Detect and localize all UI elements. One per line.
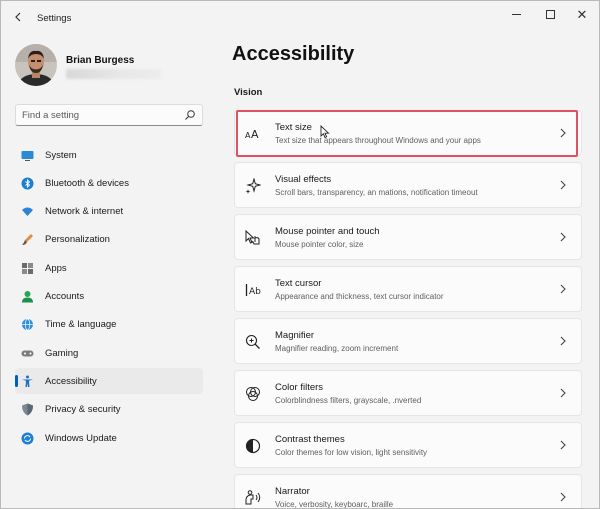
wifi-icon — [22, 207, 33, 216]
card-description: Mouse pointer color, size — [275, 240, 364, 249]
maximize-button[interactable] — [535, 1, 565, 27]
back-arrow-icon — [15, 12, 21, 22]
pointer-touch-icon — [245, 230, 260, 245]
sidebar-item-label: Network & internet — [45, 206, 124, 217]
card-description: Magnifier reading, zoom increment — [275, 344, 399, 353]
card-narrator[interactable]: Narrator Voice, verbosity, keyboarc, bra… — [234, 474, 582, 509]
shield-icon — [22, 403, 33, 416]
chevron-right-icon — [560, 492, 566, 502]
avatar[interactable] — [15, 44, 57, 86]
chevron-right-icon — [560, 180, 566, 190]
search-icon[interactable] — [184, 109, 196, 121]
card-text-size[interactable]: AA Text size Text size that appears thro… — [234, 110, 582, 156]
text-size-icon: AA — [245, 128, 259, 141]
card-title: Text cursor — [275, 278, 322, 289]
card-color-filters[interactable]: Color filters Colorblindness filters, gr… — [234, 370, 582, 416]
sidebar-item-gaming[interactable]: Gaming — [15, 340, 203, 366]
sidebar-item-label: Bluetooth & devices — [45, 178, 129, 189]
card-text-cursor[interactable]: Ab Text cursor Appearance and thickness,… — [234, 266, 582, 312]
card-description: Scroll bars, transparency, an mations, n… — [275, 188, 478, 197]
sidebar-item-label: Gaming — [45, 348, 79, 359]
globe-clock-icon — [22, 318, 33, 331]
card-title: Color filters — [275, 382, 324, 393]
chevron-right-icon — [560, 284, 566, 294]
apps-grid-icon — [22, 263, 33, 274]
card-visual-effects[interactable]: Visual effects Scroll bars, transparency… — [234, 162, 582, 208]
search-box[interactable] — [15, 104, 203, 126]
sidebar-item-windows-update[interactable]: Windows Update — [15, 425, 203, 451]
card-description: Text size that appears throughout Window… — [275, 136, 481, 145]
bluetooth-icon — [21, 177, 34, 190]
card-title: Magnifier — [275, 330, 315, 341]
mouse-cursor-icon — [320, 125, 330, 139]
card-title: Narrator — [275, 486, 310, 497]
sidebar-item-apps[interactable]: Apps — [15, 255, 203, 281]
chevron-right-icon — [560, 388, 566, 398]
sidebar-item-network[interactable]: Network & internet — [15, 198, 203, 224]
update-icon — [21, 432, 34, 445]
sidebar-item-label: Windows Update — [45, 433, 117, 444]
close-icon: ✕ — [576, 6, 588, 22]
sidebar-item-label: Apps — [45, 263, 67, 274]
sidebar-item-accessibility[interactable]: Accessibility — [15, 368, 203, 394]
chevron-right-icon — [560, 336, 566, 346]
card-magnifier[interactable]: Magnifier Magnifier reading, zoom increm… — [234, 318, 582, 364]
narrator-icon — [245, 490, 261, 505]
contrast-icon — [245, 438, 261, 454]
card-contrast-themes[interactable]: Contrast themes Color themes for low vis… — [234, 422, 582, 468]
sidebar-item-label: Accessibility — [45, 376, 97, 387]
magnifier-icon — [245, 334, 260, 349]
section-title-vision: Vision — [234, 87, 263, 98]
color-filter-icon — [246, 387, 260, 401]
monitor-icon — [21, 151, 34, 161]
accessibility-icon — [22, 375, 33, 387]
sidebar-item-time-language[interactable]: Time & language — [15, 311, 203, 337]
card-description: Voice, verbosity, keyboarc, braille — [275, 500, 394, 509]
sparkle-icon — [245, 178, 261, 194]
sidebar-item-label: Accounts — [45, 291, 85, 302]
active-indicator — [15, 375, 18, 387]
sidebar-item-label: System — [45, 150, 77, 161]
back-button[interactable] — [9, 8, 27, 26]
brush-icon — [22, 234, 33, 245]
card-title: Contrast themes — [275, 434, 345, 445]
sidebar-item-bluetooth[interactable]: Bluetooth & devices — [15, 170, 203, 196]
chevron-right-icon — [560, 232, 566, 242]
card-mouse-pointer-touch[interactable]: Mouse pointer and touch Mouse pointer co… — [234, 214, 582, 260]
card-description: Colorblindness filters, grayscale, .nver… — [275, 396, 422, 405]
sidebar-item-label: Time & language — [45, 319, 117, 330]
avatar-photo-icon — [15, 44, 57, 86]
sidebar-item-privacy[interactable]: Privacy & security — [15, 396, 203, 422]
svg-text:A: A — [251, 128, 259, 141]
title-bar: Settings ✕ — [1, 1, 599, 33]
chevron-right-icon — [560, 128, 566, 138]
sidebar-item-label: Privacy & security — [45, 404, 121, 415]
minimize-button[interactable] — [501, 1, 531, 27]
chevron-right-icon — [560, 440, 566, 450]
card-title: Mouse pointer and touch — [275, 226, 380, 237]
page-title: Accessibility — [232, 43, 355, 65]
sidebar-item-personalization[interactable]: Personalization — [15, 226, 203, 252]
search-input[interactable] — [22, 108, 172, 122]
svg-text:Ab: Ab — [249, 287, 261, 297]
card-title: Text size — [275, 122, 312, 133]
maximize-icon — [545, 9, 555, 19]
card-description: Appearance and thickness, text cursor in… — [275, 292, 444, 301]
person-icon — [22, 291, 33, 303]
text-cursor-icon: Ab — [245, 284, 261, 297]
close-button[interactable]: ✕ — [567, 1, 597, 27]
settings-window: Settings ✕ Brian Burgess System — [0, 0, 600, 509]
user-email-blurred — [66, 69, 161, 79]
user-name: Brian Burgess — [66, 55, 135, 66]
sidebar-item-system[interactable]: System — [15, 142, 203, 168]
gamepad-icon — [21, 350, 34, 357]
app-title: Settings — [37, 13, 72, 24]
card-title: Visual effects — [275, 174, 332, 185]
minimize-icon — [511, 13, 521, 15]
sidebar-item-label: Personalization — [45, 234, 110, 245]
card-description: Color themes for low vision, light sensi… — [275, 448, 428, 457]
sidebar-item-accounts[interactable]: Accounts — [15, 283, 203, 309]
